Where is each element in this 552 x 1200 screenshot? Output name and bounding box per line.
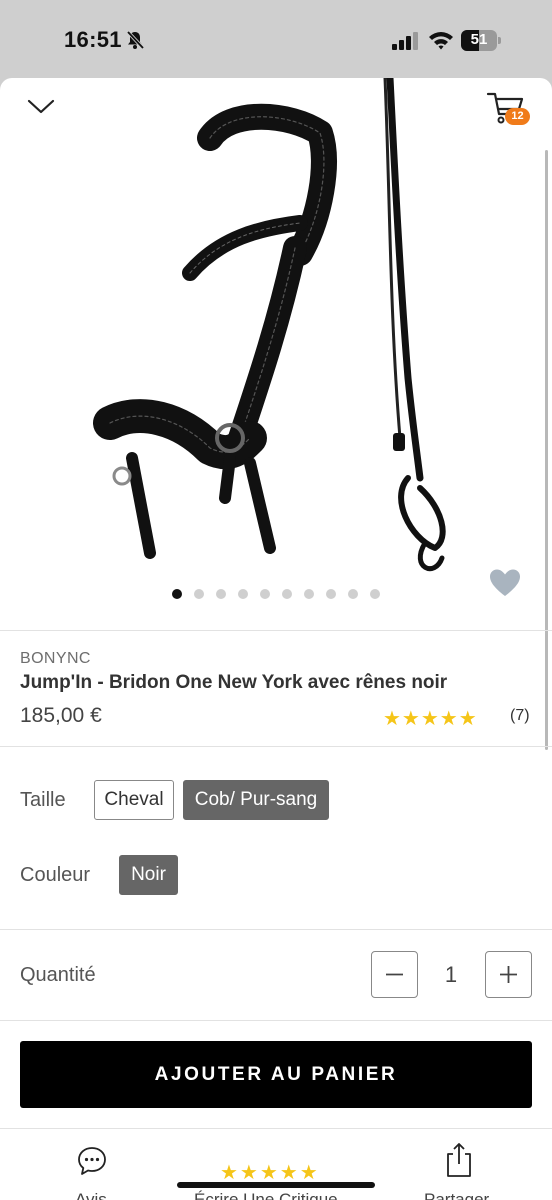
product-title: Jump'In - Bridon One New York avec rênes…: [20, 672, 448, 693]
product-price: 185,00 €: [20, 704, 102, 727]
add-to-cart-button[interactable]: AJOUTER AU PANIER: [20, 1041, 532, 1108]
product-sheet: 12 BONYNC Jump'In - Bridon One New York …: [0, 78, 552, 1200]
gallery-dot[interactable]: [348, 589, 358, 599]
cart-count-badge: 12: [505, 108, 530, 125]
cellular-signal-icon: [392, 32, 418, 50]
size-label: Taille: [20, 789, 66, 811]
size-option-cob-pur-sang[interactable]: Cob/ Pur-sang: [183, 780, 329, 820]
rating-stars[interactable]: ★★★★★: [383, 706, 478, 731]
reviews-label[interactable]: Avis: [75, 1190, 107, 1200]
divider: [0, 929, 552, 930]
status-time: 16:51: [64, 27, 122, 52]
size-option-cheval[interactable]: Cheval: [94, 780, 174, 820]
battery-percentage: 51: [470, 31, 488, 48]
divider: [0, 1128, 552, 1129]
gallery-dot[interactable]: [172, 589, 182, 599]
quantity-value: 1: [444, 962, 458, 987]
color-option-noir[interactable]: Noir: [119, 855, 178, 895]
product-image[interactable]: [90, 78, 470, 588]
share-icon[interactable]: [446, 1142, 472, 1178]
gallery-dot[interactable]: [326, 589, 336, 599]
chat-bubble-icon[interactable]: [77, 1146, 107, 1176]
quantity-increase-button[interactable]: [485, 951, 532, 998]
quantity-label: Quantité: [20, 964, 96, 986]
gallery-pagination[interactable]: [0, 589, 552, 601]
battery-icon: 51: [461, 30, 501, 51]
wifi-icon: [429, 32, 453, 50]
gallery-dot[interactable]: [304, 589, 314, 599]
minus-icon: [386, 973, 403, 976]
quantity-decrease-button[interactable]: [371, 951, 418, 998]
gallery-dot[interactable]: [370, 589, 380, 599]
plus-icon: [500, 966, 517, 983]
scrollbar[interactable]: [545, 150, 548, 750]
gallery-dot[interactable]: [216, 589, 226, 599]
heart-icon[interactable]: [489, 568, 521, 598]
chevron-down-icon[interactable]: [26, 96, 56, 118]
gallery-dot[interactable]: [282, 589, 292, 599]
home-indicator[interactable]: [177, 1182, 375, 1188]
product-brand[interactable]: BONYNC: [20, 650, 91, 668]
bell-muted-icon: [126, 30, 145, 50]
gallery-dot[interactable]: [194, 589, 204, 599]
share-label[interactable]: Partager: [424, 1190, 489, 1200]
write-review-label[interactable]: Écrire Une Critique: [194, 1190, 338, 1200]
color-label: Couleur: [20, 864, 91, 886]
gallery-dot[interactable]: [260, 589, 270, 599]
status-bar: 16:51 51: [0, 0, 552, 80]
divider: [0, 746, 552, 747]
review-count[interactable]: (7): [510, 707, 530, 725]
gallery-dot[interactable]: [238, 589, 248, 599]
divider: [0, 630, 552, 631]
divider: [0, 1020, 552, 1021]
